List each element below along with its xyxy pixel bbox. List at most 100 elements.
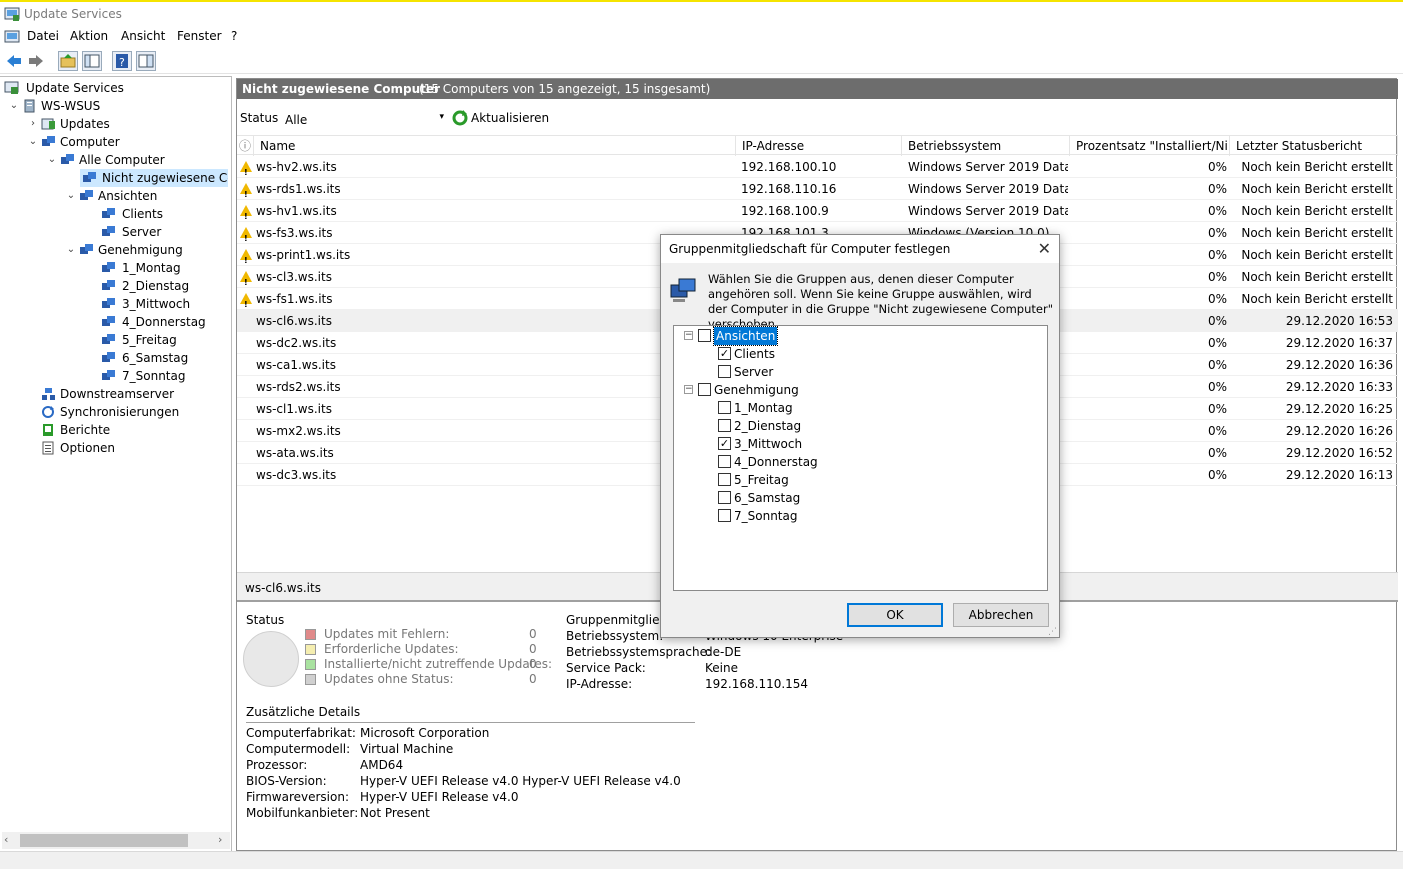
subgroup-node[interactable]: 5_Freitag <box>674 471 1034 489</box>
group-node[interactable]: − Genehmigung <box>674 381 1034 399</box>
subgroup-node[interactable]: 4_Donnerstag <box>674 453 1034 471</box>
tree-item-day[interactable]: 6_Samstag <box>85 349 228 367</box>
expand-icon[interactable]: › <box>27 115 39 133</box>
tree-item-downstream[interactable]: Downstreamserver <box>27 385 228 403</box>
tree-horizontal-scrollbar[interactable]: ‹ › <box>2 832 230 849</box>
tree-item-day[interactable]: 4_Donnerstag <box>85 313 228 331</box>
collapse-icon[interactable]: − <box>684 331 693 340</box>
close-icon[interactable]: ✕ <box>1038 239 1051 259</box>
column-name[interactable]: Name <box>254 136 736 156</box>
tree-item-day[interactable]: 2_Dienstag <box>85 277 228 295</box>
resize-grip-icon[interactable]: ⋰ <box>1048 627 1057 637</box>
group-label[interactable]: 7_Sonntag <box>734 507 797 525</box>
subgroup-node[interactable]: ✓ Clients <box>674 345 1034 363</box>
table-row[interactable]: ws-hv1.ws.its 192.168.100.9 Windows Server… <box>237 200 1398 228</box>
group-label[interactable]: 4_Donnerstag <box>734 453 818 471</box>
cell-pct: 0% <box>1207 160 1227 174</box>
group-label[interactable]: Server <box>734 363 773 381</box>
group-checkbox[interactable] <box>718 401 731 414</box>
collapse-icon[interactable]: ⌄ <box>27 133 39 151</box>
group-label[interactable]: 6_Samstag <box>734 489 800 507</box>
column-ip[interactable]: IP-Adresse <box>736 136 902 156</box>
group-checkbox[interactable] <box>718 419 731 432</box>
table-row[interactable]: ws-hv2.ws.its 192.168.100.10 Windows Serve… <box>237 156 1398 184</box>
group-checkbox[interactable] <box>718 509 731 522</box>
info-column-icon[interactable]: ⓘ <box>237 136 254 156</box>
subgroup-node[interactable]: ✓ 3_Mittwoch <box>674 435 1034 453</box>
scroll-right-icon[interactable]: › <box>218 833 222 846</box>
column-percent[interactable]: Prozentsatz "Installiert/Ni... <box>1070 136 1230 156</box>
forward-arrow-icon[interactable] <box>26 51 46 71</box>
subgroup-node[interactable]: 1_Montag <box>674 399 1034 417</box>
menu-fenster[interactable]: Fenster <box>177 29 222 43</box>
menu-aktion[interactable]: Aktion <box>70 29 108 43</box>
up-folder-icon[interactable] <box>58 51 78 71</box>
menu-datei[interactable]: Datei <box>27 29 59 43</box>
collapse-icon[interactable]: ⌄ <box>46 151 58 169</box>
reports-icon <box>41 423 56 437</box>
collapse-icon[interactable]: ⌄ <box>65 187 77 205</box>
detail-value: Not Present <box>360 806 430 820</box>
group-label[interactable]: Ansichten <box>712 326 779 346</box>
group-checkbox[interactable] <box>718 455 731 468</box>
tree-item-genehmigung[interactable]: ⌄ Genehmigung <box>65 241 228 259</box>
group-checkbox[interactable] <box>718 473 731 486</box>
computer-group-icon <box>101 297 116 311</box>
menu-ansicht[interactable]: Ansicht <box>121 29 165 43</box>
collapse-icon[interactable]: ⌄ <box>8 97 20 115</box>
tree-item-computer[interactable]: ⌄ Computer <box>27 133 228 151</box>
subgroup-node[interactable]: 6_Samstag <box>674 489 1034 507</box>
group-label[interactable]: Genehmigung <box>714 381 799 399</box>
group-label[interactable]: 3_Mittwoch <box>734 435 802 453</box>
tree-item-day[interactable]: 3_Mittwoch <box>85 295 228 313</box>
group-node[interactable]: − Ansichten <box>674 326 1034 346</box>
tree-item-day[interactable]: 7_Sonntag <box>85 367 228 385</box>
group-checkbox[interactable] <box>718 491 731 504</box>
group-label[interactable]: 2_Dienstag <box>734 417 801 435</box>
cancel-button[interactable]: Abbrechen <box>953 603 1049 627</box>
table-row[interactable]: ws-rds1.ws.its 192.168.110.16 Windows Serv… <box>237 178 1398 206</box>
tree-item-sync[interactable]: Synchronisierungen <box>27 403 228 421</box>
tree-item-server[interactable]: Server <box>85 223 228 241</box>
collapse-icon[interactable]: ⌄ <box>65 241 77 259</box>
scroll-left-icon[interactable]: ‹ <box>4 833 8 846</box>
computer-group-icon <box>41 135 56 149</box>
status-dropdown[interactable]: Alle ▾ <box>279 108 449 130</box>
group-label[interactable]: 5_Freitag <box>734 471 789 489</box>
subgroup-node[interactable]: 2_Dienstag <box>674 417 1034 435</box>
group-label[interactable]: 1_Montag <box>734 399 793 417</box>
scrollbar-thumb[interactable] <box>20 834 188 847</box>
legend-swatch <box>305 674 316 685</box>
tree-item-clients[interactable]: Clients <box>85 205 228 223</box>
tree-item-update-services[interactable]: Update Services <box>4 79 228 97</box>
cell-os: Windows Server 2019 Datace... <box>908 182 1068 196</box>
show-hide-tree-icon[interactable] <box>82 51 102 71</box>
tree-item-unassigned[interactable]: Nicht zugewiesene Computer <box>80 169 228 187</box>
back-arrow-icon[interactable] <box>4 51 24 71</box>
tree-item-ws-wsus[interactable]: ⌄ WS-WSUS <box>8 97 228 115</box>
group-checkbox[interactable] <box>718 365 731 378</box>
tree-item-options[interactable]: Optionen <box>27 439 228 457</box>
tree-item-day[interactable]: 5_Freitag <box>85 331 228 349</box>
group-checkbox[interactable]: ✓ <box>718 347 731 360</box>
tree-item-ansichten[interactable]: ⌄ Ansichten <box>65 187 228 205</box>
menu-help[interactable]: ? <box>231 29 237 43</box>
subgroup-node[interactable]: 7_Sonntag <box>674 507 1034 525</box>
group-checkbox[interactable] <box>698 383 711 396</box>
group-checkbox[interactable]: ✓ <box>718 437 731 450</box>
column-last-report[interactable]: Letzter Statusbericht <box>1230 136 1398 156</box>
tree-item-updates[interactable]: › Updates <box>27 115 228 133</box>
column-os[interactable]: Betriebssystem <box>902 136 1070 156</box>
refresh-button[interactable]: Aktualisieren <box>452 109 552 127</box>
tree-item-day[interactable]: 1_Montag <box>85 259 228 277</box>
action-pane-icon[interactable] <box>136 51 156 71</box>
collapse-icon[interactable]: − <box>684 385 693 394</box>
group-checkbox[interactable] <box>698 329 711 342</box>
ok-button[interactable]: OK <box>847 603 943 627</box>
help-icon[interactable]: ? <box>112 51 132 71</box>
group-label[interactable]: Clients <box>734 345 775 363</box>
subgroup-node[interactable]: Server <box>674 363 1034 381</box>
tree-item-reports[interactable]: Berichte <box>27 421 228 439</box>
tree-item-all-computers[interactable]: ⌄ Alle Computer <box>46 151 228 169</box>
pane-subtitle: (15 Computers von 15 angezeigt, 15 insge… <box>419 82 711 96</box>
